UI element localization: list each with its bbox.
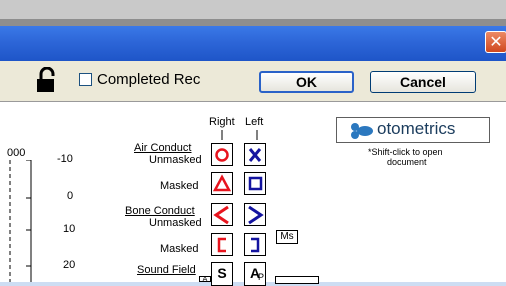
otometrics-logo-icon [351, 123, 373, 139]
bone-unmasked-label: Unmasked [149, 217, 202, 229]
db-tick-label: 10 [63, 223, 76, 235]
partial-p-label: P [258, 272, 265, 282]
left-bone-unmasked-symbol[interactable] [244, 203, 266, 226]
shift-click-hint-document: document [387, 157, 427, 167]
left-air-masked-symbol[interactable] [244, 172, 266, 195]
background-strip [0, 0, 506, 19]
right-sound-field-symbol[interactable]: S [211, 262, 233, 286]
left-bone-masked-symbol[interactable] [244, 233, 266, 256]
air-conduct-link[interactable]: Air Conduct [134, 142, 191, 154]
bone-conduct-link[interactable]: Bone Conduct [125, 205, 195, 217]
background-shade [0, 19, 506, 26]
partial-field-box[interactable] [275, 276, 319, 284]
otometrics-brand-text: otometrics [377, 119, 456, 138]
close-icon: ✕ [489, 32, 503, 51]
right-air-masked-symbol[interactable] [211, 172, 233, 195]
sound-field-link[interactable]: Sound Field [137, 264, 196, 276]
legend-left-header: Left [245, 116, 264, 128]
cancel-button[interactable]: Cancel [370, 71, 476, 93]
right-bone-unmasked-symbol[interactable] [211, 203, 233, 226]
masking-ms-button[interactable]: Ms [276, 230, 298, 244]
db-tick-label: 0 [67, 190, 74, 202]
db-tick-label: -10 [57, 153, 73, 165]
completed-rec-checkbox[interactable] [79, 73, 92, 86]
db-tick-label: 20 [63, 259, 76, 271]
air-masked-label: Masked [160, 180, 199, 192]
bone-masked-label: Masked [160, 243, 199, 255]
left-air-unmasked-symbol[interactable] [244, 143, 266, 166]
ok-button[interactable]: OK [259, 71, 354, 93]
completed-rec-label: Completed Rec [97, 71, 201, 88]
window-titlebar[interactable] [0, 26, 506, 61]
legend-right-header: Right [209, 116, 235, 128]
shift-click-hint: *Shift-click to open [368, 147, 443, 157]
sound-field-symbol-s: S [217, 265, 227, 281]
partial-box-a[interactable]: A [199, 276, 211, 282]
padlock-open-icon[interactable] [36, 66, 58, 93]
close-button[interactable]: ✕ [485, 31, 506, 53]
right-air-unmasked-symbol[interactable] [211, 143, 233, 166]
air-unmasked-label: Unmasked [149, 154, 202, 166]
right-bone-masked-symbol[interactable] [211, 233, 233, 256]
frequency-label-partial: 000 [7, 147, 26, 159]
